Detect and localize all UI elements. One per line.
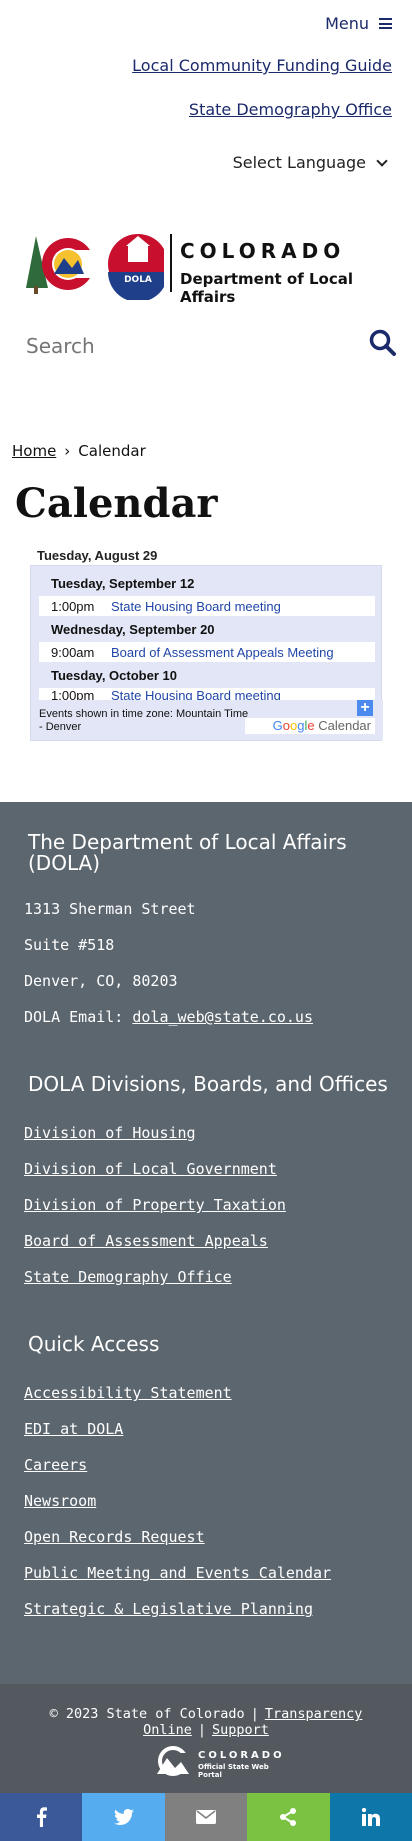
calendar-event-title[interactable]: Board of Assessment Appeals Meeting (111, 645, 334, 660)
google-calendar-embed: Tuesday, August 29 Tuesday, September 12… (30, 546, 383, 741)
calendar-event-time: 1:00pm (51, 598, 95, 614)
footer-divisions-title: DOLA Divisions, Boards, and Offices (28, 1072, 388, 1096)
footer-division-link[interactable]: Division of Housing (24, 1124, 196, 1142)
logo-colorado-text: COLORADO (180, 239, 346, 263)
facebook-icon (37, 1807, 48, 1827)
share-button[interactable] (247, 1793, 330, 1841)
bottom-legal-line: © 2023 State of Colorado | Transparency On… (0, 1706, 412, 1738)
calendar-day-label: Tuesday, September 12 (51, 576, 195, 591)
twitter-icon (113, 1809, 134, 1825)
linkedin-share-button[interactable] (329, 1793, 412, 1841)
calendar-day-label: Tuesday, October 10 (51, 668, 177, 683)
footer-quick-access-title: Quick Access (28, 1332, 160, 1356)
separator: | (250, 1706, 259, 1722)
site-footer: The Department of Local Affairs (DOLA) 1… (0, 802, 412, 1684)
calendar-event-time: 9:00am (51, 644, 95, 660)
state-demography-office-link[interactable]: State Demography Office (189, 100, 392, 119)
search-button[interactable] (368, 328, 398, 358)
local-community-funding-guide-link[interactable]: Local Community Funding Guide (132, 56, 392, 75)
chevron-down-icon (376, 154, 388, 167)
footer-quick-link[interactable]: EDI at DOLA (24, 1420, 123, 1438)
portal-subtitle-text: Official State Web Portal (198, 1763, 269, 1779)
twitter-share-button[interactable] (82, 1793, 165, 1841)
menu-toggle[interactable]: Menu (325, 14, 392, 33)
search-icon (369, 329, 396, 356)
add-to-google-calendar-icon[interactable]: + (357, 700, 373, 716)
footer-dept-title: The Department of Local Affairs (DOLA) (28, 830, 347, 875)
footer-quick-link[interactable]: Strategic & Legislative Planning (24, 1600, 313, 1618)
page-title: Calendar (15, 480, 218, 527)
bottom-bar: © 2023 State of Colorado | Transparency On… (0, 1684, 412, 1793)
breadcrumb: Home › Calendar (12, 442, 146, 460)
calendar-footer: Events shown in time zone: Mountain Time… (31, 700, 383, 740)
colorado-portal-logo[interactable]: COLORADO Official State Web Portal (153, 1746, 293, 1779)
calendar-day-label: Tuesday, August 29 (37, 548, 158, 563)
search-input[interactable] (26, 326, 346, 366)
hamburger-icon[interactable] (379, 18, 392, 29)
footer-email-label: DOLA Email: (24, 1008, 124, 1026)
footer-division-link[interactable]: Board of Assessment Appeals (24, 1232, 268, 1250)
footer-address-line: Suite #518 (24, 936, 115, 954)
calendar-event[interactable]: 1:00pm State Housing Board meeting (39, 596, 375, 616)
search-bar (26, 326, 398, 366)
footer-address-line: Denver, CO, 80203 (24, 972, 178, 990)
footer-quick-link[interactable]: Open Records Request (24, 1528, 205, 1546)
footer-quick-link[interactable]: Accessibility Statement (24, 1384, 232, 1402)
calendar-day-label: Wednesday, September 20 (51, 622, 215, 637)
footer-email-link[interactable]: dola_web@state.co.us (132, 1008, 313, 1026)
portal-colorado-text: COLORADO (198, 1750, 285, 1761)
google-calendar-brand[interactable]: Google Calendar (245, 718, 375, 734)
footer-division-link[interactable]: State Demography Office (24, 1268, 232, 1286)
calendar-event[interactable]: 1:00pm State Housing Board meeting (39, 688, 375, 700)
footer-quick-link[interactable]: Careers (24, 1456, 87, 1474)
colorado-portal-icon (157, 1746, 189, 1776)
colorado-c-logo-icon: DOLA (26, 234, 168, 302)
footer-division-link[interactable]: Division of Property Taxation (24, 1196, 286, 1214)
calendar-event-time: 1:00pm (51, 688, 95, 700)
copyright-text: © 2023 State of Colorado (49, 1706, 245, 1722)
footer-quick-link[interactable]: Public Meeting and Events Calendar (24, 1564, 331, 1582)
calendar-event-title[interactable]: State Housing Board meeting (111, 688, 281, 700)
dola-badge-text: DOLA (124, 275, 152, 285)
calendar-agenda: Tuesday, September 12 1:00pm State Housi… (30, 565, 383, 741)
logo-department-text: Department of Local Affairs (180, 270, 353, 306)
support-link[interactable]: Support (212, 1722, 269, 1738)
email-share-button[interactable] (164, 1793, 248, 1841)
facebook-share-button[interactable] (0, 1793, 83, 1841)
footer-address-line: 1313 Sherman Street (24, 900, 196, 918)
calendar-event[interactable]: 9:00am Board of Assessment Appeals Meeti… (39, 642, 375, 662)
footer-division-link[interactable]: Division of Local Government (24, 1160, 277, 1178)
language-select-label: Select Language (232, 153, 366, 172)
share-bar (0, 1793, 412, 1841)
breadcrumb-current: Calendar (78, 442, 146, 460)
menu-label[interactable]: Menu (325, 14, 369, 33)
email-icon (196, 1810, 217, 1824)
dola-logo[interactable]: DOLA COLORADO Department of Local Affair… (24, 230, 394, 306)
separator: | (197, 1722, 206, 1738)
linkedin-icon (361, 1808, 380, 1826)
logo-divider (170, 234, 172, 292)
breadcrumb-home-link[interactable]: Home (12, 442, 56, 460)
calendar-timezone-note: Events shown in time zone: Mountain Time… (39, 708, 249, 733)
calendar-event-title[interactable]: State Housing Board meeting (111, 599, 281, 614)
footer-quick-link[interactable]: Newsroom (24, 1492, 96, 1510)
language-select[interactable]: Select Language (232, 153, 388, 172)
share-icon (280, 1808, 297, 1826)
footer-email-row: DOLA Email: dola_web@state.co.us (24, 1008, 313, 1026)
breadcrumb-separator: › (64, 442, 71, 460)
